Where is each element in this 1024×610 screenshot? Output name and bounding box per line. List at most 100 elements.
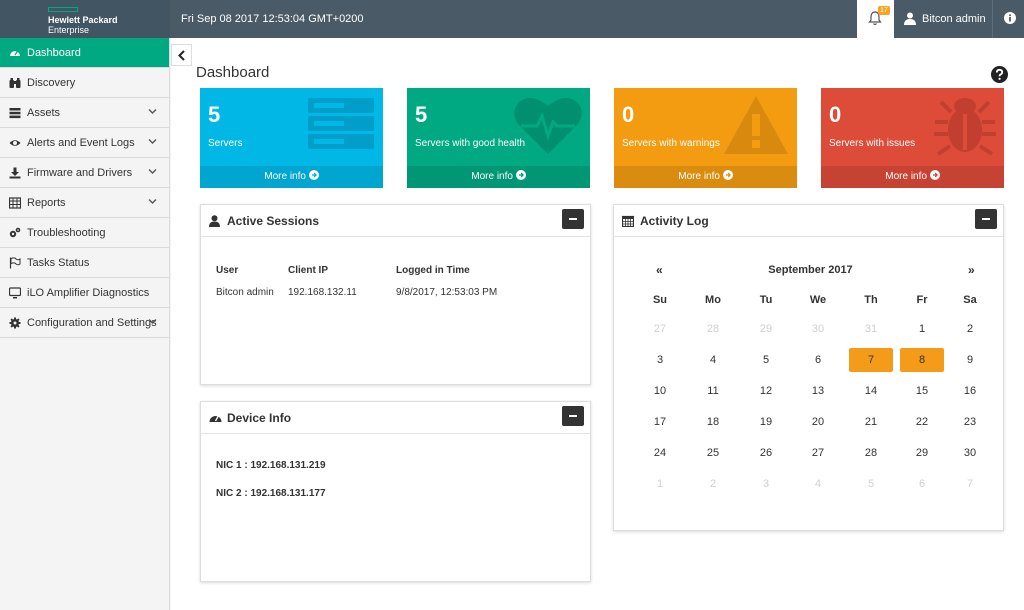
sidebar: Dashboard Discovery Assets Alerts and Ev… [0,38,170,610]
calendar-day[interactable]: 27 [638,317,682,341]
sidebar-item-firmware[interactable]: Firmware and Drivers [0,158,169,188]
eye-icon [9,140,21,146]
sidebar-item-label: Discovery [27,77,76,89]
calendar-day[interactable]: 22 [900,410,944,434]
calendar-day[interactable]: 12 [744,379,788,403]
help-icon[interactable] [991,66,1008,83]
calendar-day[interactable]: 4 [691,348,735,372]
brand-logo[interactable]: Hewlett Packard Enterprise [0,0,170,38]
minimize-button[interactable] [975,209,997,229]
calendar-day-highlighted[interactable]: 8 [900,348,944,372]
calendar-day[interactable]: 5 [744,348,788,372]
calendar-day[interactable]: 21 [849,410,893,434]
calendar-day[interactable]: 30 [948,441,992,465]
calendar-day[interactable]: 25 [691,441,735,465]
calendar-day[interactable]: 3 [744,472,788,496]
calendar-day[interactable]: 1 [900,317,944,341]
calendar-icon [622,215,634,227]
top-bar: Hewlett Packard Enterprise Fri Sep 08 20… [0,0,1024,38]
calendar-day[interactable]: 29 [744,317,788,341]
warnings-more-info-link[interactable]: More info [614,166,797,188]
calendar-day[interactable]: 31 [849,317,893,341]
sidebar-item-diagnostics[interactable]: iLO Amplifier Diagnostics [0,278,169,308]
calendar-day-highlighted[interactable]: 7 [849,348,893,372]
good-health-more-info-link[interactable]: More info [407,166,590,188]
issues-more-info-link[interactable]: More info [821,166,1004,188]
notifications-button[interactable]: 17 [857,0,894,38]
chevron-down-icon [148,169,157,174]
gear-icon [9,317,21,329]
calendar-day[interactable]: 23 [948,410,992,434]
panel-header: Device Info [201,402,590,434]
calendar-day[interactable]: 28 [849,441,893,465]
sidebar-item-reports[interactable]: Reports [0,188,169,218]
calendar-day[interactable]: 28 [691,317,735,341]
sidebar-item-label: Tasks Status [27,257,90,269]
flag-icon [9,257,21,269]
sidebar-item-discovery[interactable]: Discovery [0,68,169,98]
dashboard-icon [209,416,222,422]
calendar-day[interactable]: 5 [849,472,893,496]
server-icon [9,108,21,119]
chevron-down-icon [148,109,157,114]
calendar-day[interactable]: 29 [900,441,944,465]
session-ip-cell: 192.168.132.11 [288,287,357,298]
calendar-month-title[interactable]: September 2017 [614,264,1003,276]
calendar-day[interactable]: 2 [691,472,735,496]
sidebar-item-label: Troubleshooting [27,227,106,239]
good-health-tile: 5 Servers with good health More info [407,88,590,188]
calendar-day[interactable]: 14 [849,379,893,403]
calendar-weekday: Mo [705,294,721,306]
chevron-left-icon [178,50,185,61]
calendar-day[interactable]: 27 [796,441,840,465]
calendar-day[interactable]: 17 [638,410,682,434]
calendar-day[interactable]: 1 [638,472,682,496]
calendar-day[interactable]: 24 [638,441,682,465]
calendar-day[interactable]: 30 [796,317,840,341]
calendar-day[interactable]: 19 [744,410,788,434]
sidebar-item-label: iLO Amplifier Diagnostics [27,287,150,299]
sidebar-item-label: Alerts and Event Logs [27,137,135,149]
sidebar-item-configuration[interactable]: Configuration and Settings [0,308,169,338]
minimize-button[interactable] [562,209,584,229]
binoculars-icon [9,78,21,88]
sidebar-item-label: Firmware and Drivers [27,167,133,179]
calendar-day[interactable]: 26 [744,441,788,465]
calendar-day[interactable]: 2 [948,317,992,341]
panel-title: Device Info [227,411,292,425]
calendar-next-button[interactable]: » [968,263,975,277]
panel-header: Active Sessions [201,205,590,237]
chevron-down-icon [148,319,157,324]
sidebar-item-dashboard[interactable]: Dashboard [0,38,169,68]
calendar-day[interactable]: 3 [638,348,682,372]
calendar-day[interactable]: 10 [638,379,682,403]
sidebar-item-tasks-status[interactable]: Tasks Status [0,248,169,278]
calendar-day[interactable]: 6 [900,472,944,496]
current-datetime: Fri Sep 08 2017 12:53:04 GMT+0200 [181,13,364,25]
minimize-button[interactable] [562,406,584,426]
calendar-day[interactable]: 11 [691,379,735,403]
warnings-caption: Servers with warnings [622,138,720,149]
calendar-day[interactable]: 13 [796,379,840,403]
calendar-day[interactable]: 9 [948,348,992,372]
column-header-logged-in-time: Logged in Time [396,265,470,276]
calendar-day[interactable]: 16 [948,379,992,403]
calendar-day[interactable]: 6 [796,348,840,372]
brand-name-line2: Enterprise [48,25,90,35]
panel-header: Activity Log [614,205,1003,237]
sidebar-item-assets[interactable]: Assets [0,98,169,128]
calendar-day[interactable]: 4 [796,472,840,496]
panel-title: Activity Log [640,214,709,228]
collapse-sidebar-button[interactable] [171,44,192,66]
calendar-day[interactable]: 15 [900,379,944,403]
calendar-day[interactable]: 7 [948,472,992,496]
column-header-user: User [216,265,239,276]
sidebar-item-troubleshooting[interactable]: Troubleshooting [0,218,169,248]
sidebar-item-alerts[interactable]: Alerts and Event Logs [0,128,169,158]
user-menu[interactable]: Bitcon admin [894,0,993,38]
info-icon[interactable] [1004,12,1016,24]
calendar-day[interactable]: 20 [796,410,840,434]
issues-count: 0 [829,102,842,127]
servers-more-info-link[interactable]: More info [200,166,383,188]
calendar-day[interactable]: 18 [691,410,735,434]
